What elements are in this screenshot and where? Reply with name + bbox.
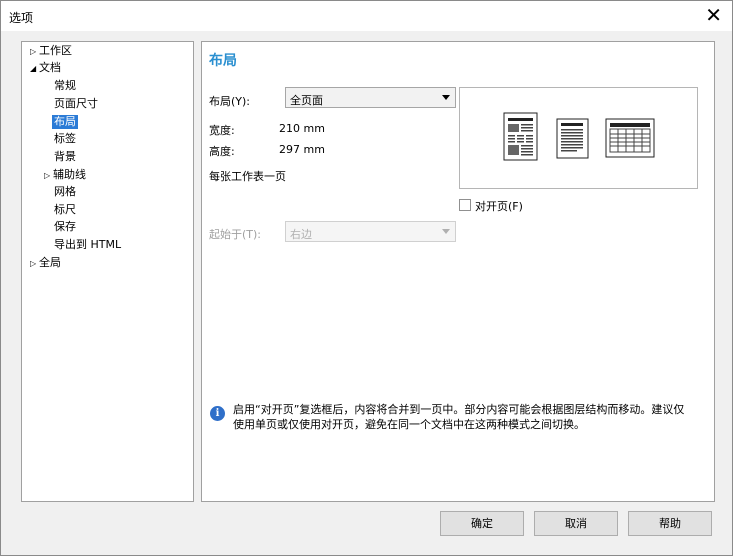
options-dialog: 选项 ✕ ▷ 工作区 ◢ 文档 常规 页面尺寸 布局 标签 背景 ▷ 辅助线 网格 标… [0,0,733,556]
close-icon[interactable]: ✕ [705,4,722,26]
height-value: 297 mm [279,143,325,156]
dropdown-arrow-icon[interactable] [442,229,450,234]
tree-item-grid[interactable]: 网格 [54,185,76,199]
tree-item-guidelines[interactable]: ▷ 辅助线 [44,168,86,183]
expand-arrow-icon[interactable]: ▷ [30,45,39,59]
tree-item-layout[interactable]: 布局 [52,115,78,129]
tree-item-page-size[interactable]: 页面尺寸 [54,97,98,111]
dropdown-arrow-icon[interactable] [442,95,450,100]
tree-item-export-html[interactable]: 导出到 HTML [54,238,121,252]
layout-panel: 布局 布局(Y): 全页面 宽度: 210 mm 高度: 297 mm 每张工作… [201,41,715,502]
layout-label: 布局(Y): [209,95,251,108]
collapse-arrow-icon[interactable]: ◢ [30,62,39,76]
dialog-title: 选项 [9,11,34,25]
tree-item-global[interactable]: ▷ 全局 [30,256,61,271]
info-icon: i [210,406,225,421]
tree-item-rulers[interactable]: 标尺 [54,203,76,217]
pages-per-sheet-text: 每张工作表一页 [209,170,286,183]
ok-button[interactable]: 确定 [440,511,524,536]
height-label: 高度: [209,145,235,158]
info-message: 启用“对开页”复选框后，内容将合并到一页中。部分内容可能会根据图层结构而移动。建… [233,403,685,431]
layout-preview-icons [503,112,655,161]
category-tree[interactable]: ▷ 工作区 ◢ 文档 常规 页面尺寸 布局 标签 背景 ▷ 辅助线 网格 标尺 保存 … [21,41,194,502]
width-label: 宽度: [209,124,235,137]
start-on-label: 起始于(T): [209,228,262,241]
cancel-button[interactable]: 取消 [534,511,618,536]
title-bar: 选项 ✕ [1,1,732,31]
width-value: 210 mm [279,122,325,135]
text-page-icon [556,118,589,159]
tree-item-workspace[interactable]: ▷ 工作区 [30,44,72,59]
layout-select[interactable]: 全页面 [285,87,456,108]
table-page-icon [605,118,655,158]
expand-arrow-icon[interactable]: ▷ [30,257,39,271]
help-button[interactable]: 帮助 [628,511,712,536]
facing-pages-label: 对开页(F) [475,200,523,213]
start-on-select[interactable]: 右边 [285,221,456,242]
panel-heading: 布局 [209,53,237,69]
layout-select-value: 全页面 [290,94,323,107]
layout-preview [459,87,698,189]
tree-item-background[interactable]: 背景 [54,150,76,164]
facing-pages-checkbox[interactable]: 对开页(F) [459,198,523,214]
tree-item-general[interactable]: 常规 [54,79,76,93]
checkbox-box[interactable] [459,199,471,211]
tree-item-save[interactable]: 保存 [54,220,76,234]
tree-item-document[interactable]: ◢ 文档 [30,61,61,76]
start-on-select-value: 右边 [290,228,312,241]
tree-item-labels[interactable]: 标签 [54,132,76,146]
expand-arrow-icon[interactable]: ▷ [44,169,53,183]
multi-column-page-icon [503,112,538,161]
